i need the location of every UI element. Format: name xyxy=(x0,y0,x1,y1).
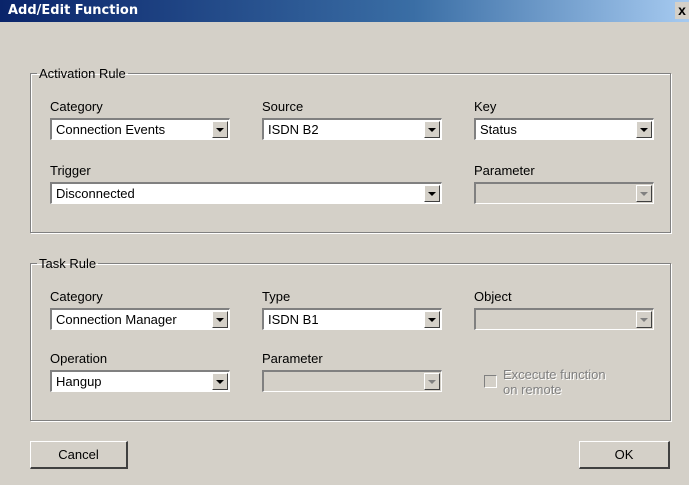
window-title: Add/Edit Function xyxy=(8,3,139,18)
chevron-down-icon[interactable] xyxy=(424,121,440,138)
task-object-label: Object xyxy=(474,289,512,304)
task-parameter-label: Parameter xyxy=(262,351,323,366)
execute-remote-label-line1: Excecute function xyxy=(503,367,606,382)
execute-remote-label-line2: on remote xyxy=(503,382,562,397)
task-operation-value: Hangup xyxy=(56,374,102,389)
task-type-dropdown[interactable]: ISDN B1 xyxy=(262,308,442,330)
chevron-down-icon[interactable] xyxy=(212,311,228,328)
task-operation-dropdown[interactable]: Hangup xyxy=(50,370,230,392)
activation-source-dropdown[interactable]: ISDN B2 xyxy=(262,118,442,140)
ok-button[interactable]: OK xyxy=(579,441,670,469)
activation-trigger-dropdown[interactable]: Disconnected xyxy=(50,182,442,204)
chevron-down-icon xyxy=(424,373,440,390)
task-category-label: Category xyxy=(50,289,103,304)
task-category-dropdown[interactable]: Connection Manager xyxy=(50,308,230,330)
activation-key-value: Status xyxy=(480,122,517,137)
chevron-down-icon[interactable] xyxy=(636,121,652,138)
task-type-value: ISDN B1 xyxy=(268,312,319,327)
activation-category-label: Category xyxy=(50,99,103,114)
chevron-down-icon xyxy=(636,311,652,328)
chevron-down-icon[interactable] xyxy=(424,311,440,328)
task-operation-label: Operation xyxy=(50,351,108,366)
activation-rule-legend: Activation Rule xyxy=(39,66,126,81)
task-object-dropdown xyxy=(474,308,654,330)
activation-source-value: ISDN B2 xyxy=(268,122,319,137)
activation-trigger-label: Trigger xyxy=(50,163,91,178)
activation-category-value: Connection Events xyxy=(56,122,166,137)
activation-category-dropdown[interactable]: Connection Events xyxy=(50,118,230,140)
execute-remote-label: Excecute function on remote xyxy=(503,367,606,397)
activation-trigger-value: Disconnected xyxy=(56,186,135,201)
chevron-down-icon xyxy=(636,185,652,202)
task-parameter-dropdown xyxy=(262,370,442,392)
cancel-button[interactable]: Cancel xyxy=(30,441,128,469)
chevron-down-icon[interactable] xyxy=(212,373,228,390)
activation-parameter-label: Parameter xyxy=(474,163,535,178)
chevron-down-icon[interactable] xyxy=(424,185,440,202)
activation-key-label: Key xyxy=(474,99,497,114)
title-bar: Add/Edit Function x xyxy=(0,0,689,22)
task-category-value: Connection Manager xyxy=(56,312,177,327)
activation-parameter-dropdown xyxy=(474,182,654,204)
activation-rule-group: Activation Rule xyxy=(30,66,671,233)
task-type-label: Type xyxy=(262,289,291,304)
activation-key-dropdown[interactable]: Status xyxy=(474,118,654,140)
activation-source-label: Source xyxy=(262,99,304,114)
close-icon[interactable]: x xyxy=(675,2,689,19)
chevron-down-icon[interactable] xyxy=(212,121,228,138)
execute-remote-checkbox xyxy=(484,375,497,388)
task-rule-legend: Task Rule xyxy=(39,256,97,271)
